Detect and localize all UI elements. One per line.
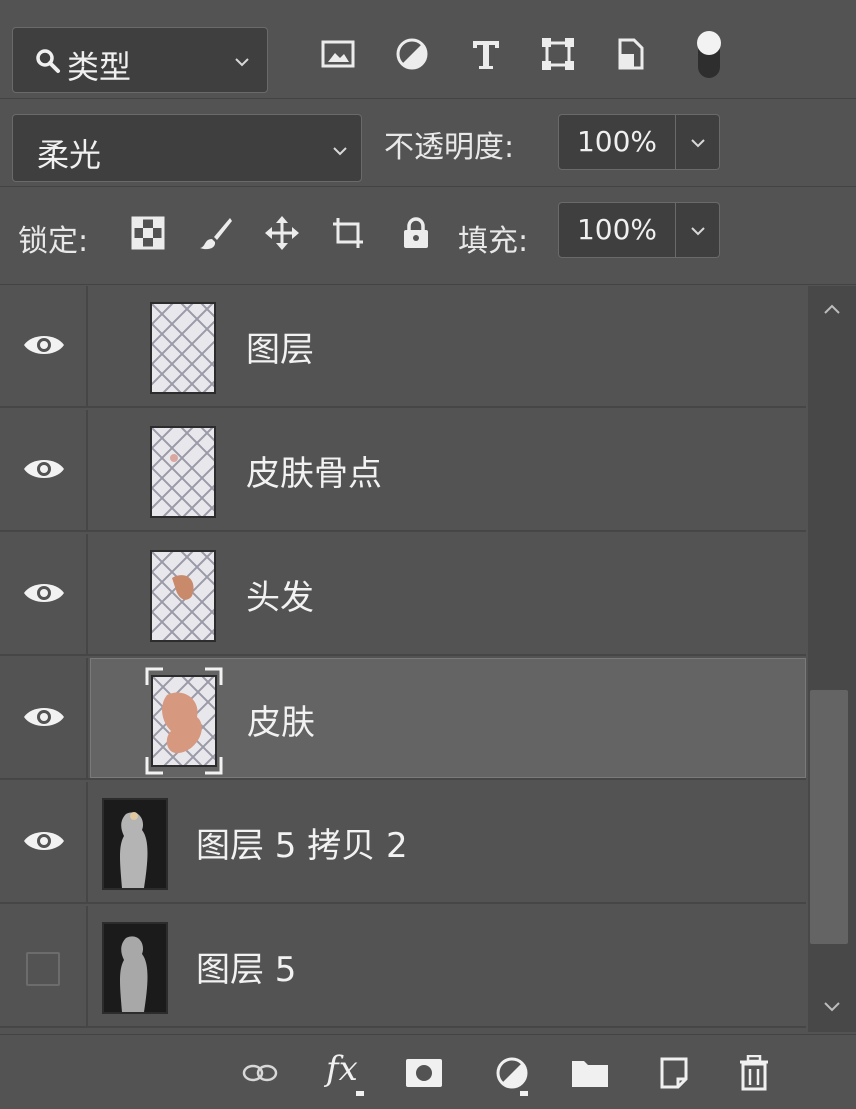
layer-row[interactable]: 图层 5 [0,906,806,1028]
layer-body[interactable]: 皮肤 [90,658,806,778]
selection-frame-icon [145,667,223,775]
visibility-off-box [26,952,60,986]
layer-mask-icon[interactable] [404,1055,444,1091]
layer-body[interactable]: 图层 5 [90,906,806,1026]
trash-delete-icon[interactable] [734,1055,774,1091]
layer-name: 图层 5 [196,950,297,990]
adjustment-layer-filter-icon[interactable] [394,36,430,72]
filter-type-dropdown[interactable]: 类型 [12,27,268,93]
search-icon [36,49,60,73]
visibility-toggle[interactable] [0,410,88,532]
lock-label: 锁定: [18,224,89,259]
layers-list: 图层 皮肤骨点 头发 皮肤 图层 5 拷贝 2 图层 5 [0,286,806,1032]
lock-row: 锁定: 填充: 100% [0,188,856,285]
eye-icon [24,460,64,478]
link-layers-icon[interactable] [240,1055,280,1091]
layer-body[interactable]: 皮肤骨点 [90,410,806,530]
blend-mode-row: 柔光 不透明度: 100% [0,100,856,187]
opacity-input[interactable]: 100% [558,114,676,170]
photo-thumbnail-icon [104,800,166,888]
blend-mode-label: 柔光 [37,136,102,174]
layer-thumbnail [102,798,168,890]
visibility-toggle[interactable] [0,534,88,656]
layer-name: 皮肤 [247,703,315,743]
blend-mode-dropdown[interactable]: 柔光 [12,114,362,182]
visibility-toggle[interactable] [0,782,88,904]
visibility-toggle[interactable] [0,658,88,780]
transparency-grid-icon [152,552,214,640]
layer-name: 图层 5 拷贝 2 [196,826,408,866]
layer-row[interactable]: 头发 [0,534,806,656]
fill-label: 填充: [458,224,529,259]
layer-body[interactable]: 图层 5 拷贝 2 [90,782,806,902]
eye-icon [24,708,64,726]
transparency-grid-icon [152,428,214,516]
photo-thumbnail-icon [104,924,166,1012]
eye-icon [24,584,64,602]
chevron-down-icon[interactable] [822,1000,842,1014]
dropdown-marker-icon [520,1091,528,1096]
chevron-down-icon [235,58,249,67]
layer-name: 头发 [246,578,314,618]
layer-row-selected[interactable]: 皮肤 [0,658,806,780]
layer-row[interactable]: 图层 [0,286,806,408]
filter-toggle-switch[interactable] [692,28,726,80]
layer-thumbnail [150,426,216,518]
lock-transparent-pixels-icon[interactable] [130,215,166,251]
chevron-down-icon [333,147,347,156]
lock-all-padlock-icon[interactable] [398,215,434,251]
dropdown-marker-icon [356,1091,364,1096]
layer-thumbnail [150,302,216,394]
layer-body[interactable]: 图层 [90,286,806,406]
layer-name: 皮肤骨点 [246,454,382,494]
fx-layer-style-button[interactable]: fx [326,1049,366,1089]
adjustment-layer-icon[interactable] [492,1055,532,1091]
new-layer-icon[interactable] [654,1055,694,1091]
lock-position-move-icon[interactable] [264,215,300,251]
opacity-label: 不透明度: [384,130,515,165]
filter-toolbar: 类型 [0,0,856,99]
layers-bottom-toolbar: fx [0,1034,856,1109]
transparency-grid-icon [152,304,214,392]
shape-layer-filter-icon[interactable] [540,36,576,72]
opacity-dropdown-button[interactable] [676,114,720,170]
visibility-toggle[interactable] [0,906,88,1028]
layer-body[interactable]: 头发 [90,534,806,654]
eye-icon [24,336,64,354]
layer-row[interactable]: 皮肤骨点 [0,410,806,532]
fill-input[interactable]: 100% [558,202,676,258]
eye-icon [24,832,64,850]
layer-thumbnail [150,550,216,642]
folder-group-icon[interactable] [570,1055,610,1091]
scrollbar-thumb[interactable] [810,690,848,944]
filter-type-label: 类型 [67,48,132,86]
layer-name: 图层 [246,330,314,370]
visibility-toggle[interactable] [0,286,88,408]
layer-row[interactable]: 图层 5 拷贝 2 [0,782,806,904]
layers-panel: 类型 柔光 不透明度: 100% 锁定: 填充: 100% 图层 皮肤骨点 头发… [0,0,856,1109]
fill-dropdown-button[interactable] [676,202,720,258]
pixel-layer-filter-icon[interactable] [320,36,356,72]
chevron-down-icon [691,139,705,148]
chevron-down-icon [691,227,705,236]
lock-artboard-icon[interactable] [330,215,366,251]
lock-image-pixels-brush-icon[interactable] [198,215,234,251]
layer-thumbnail [102,922,168,1014]
smart-object-filter-icon[interactable] [612,36,648,72]
type-layer-filter-icon[interactable] [468,36,504,72]
layers-scrollbar[interactable] [808,286,856,1032]
chevron-up-icon[interactable] [822,302,842,316]
